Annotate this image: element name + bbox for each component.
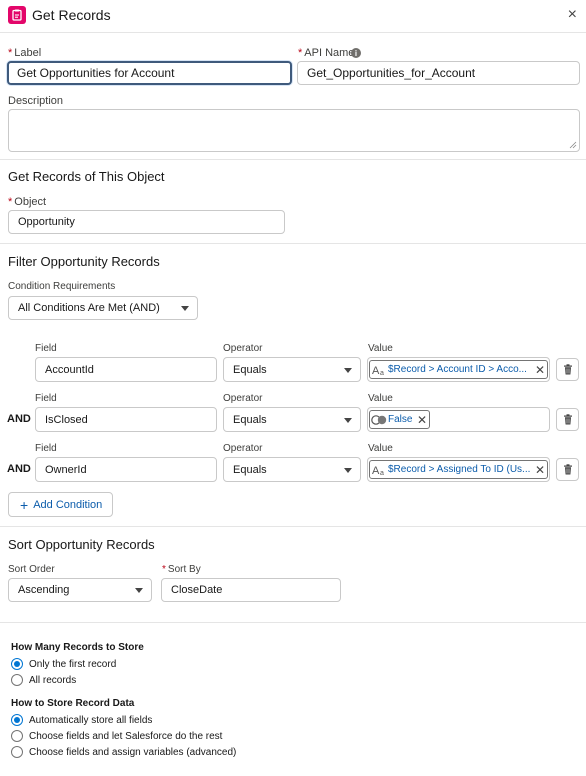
operator-select[interactable]: Equals	[223, 357, 361, 382]
object-section-title: Get Records of This Object	[8, 169, 165, 184]
modal-header: Get Records ×	[0, 0, 586, 33]
value-label: Value	[368, 343, 393, 354]
operator-label: Operator	[223, 443, 263, 454]
store-count-title: How Many Records to Store	[11, 642, 144, 653]
delete-condition-button[interactable]	[556, 358, 579, 381]
add-condition-button[interactable]: + Add Condition	[8, 492, 113, 517]
condition-field-input[interactable]: AccountId	[35, 357, 217, 382]
condition-requirements-select[interactable]: All Conditions Are Met (AND)	[8, 296, 198, 320]
sort-order-label: Sort Order	[8, 564, 55, 575]
svg-text:A: A	[372, 465, 380, 476]
chevron-down-icon	[181, 306, 189, 311]
and-connector: AND	[7, 413, 31, 425]
trash-icon	[563, 364, 572, 375]
value-pill[interactable]: Aa $Record > Account ID > Acco... ✕	[369, 360, 548, 379]
info-icon[interactable]: i	[351, 48, 361, 58]
chevron-down-icon	[135, 588, 143, 593]
label-field-label: * Label	[8, 47, 42, 59]
radio-unchecked[interactable]	[11, 746, 23, 758]
field-label: Field	[35, 343, 57, 354]
operator-select[interactable]: Equals	[223, 407, 361, 432]
value-label: Value	[368, 393, 393, 404]
radio-unchecked[interactable]	[11, 730, 23, 742]
filter-section-title: Filter Opportunity Records	[8, 254, 160, 269]
svg-text:a: a	[380, 470, 384, 476]
text-type-icon: Aa	[370, 464, 388, 476]
text-type-icon: Aa	[370, 364, 388, 376]
radio-choose-fields-salesforce[interactable]: Choose fields and let Salesforce do the …	[11, 730, 222, 742]
description-label: Description	[8, 95, 64, 107]
section-divider	[0, 159, 586, 160]
sort-section-title: Sort Opportunity Records	[8, 537, 155, 552]
radio-only-first-record[interactable]: Only the first record	[11, 658, 116, 670]
resize-grip-icon[interactable]	[569, 141, 577, 149]
value-pill[interactable]: Aa $Record > Assigned To ID (Us... ✕	[369, 460, 548, 479]
delete-condition-button[interactable]	[556, 458, 579, 481]
trash-icon	[563, 414, 572, 425]
object-input[interactable]: Opportunity	[8, 210, 285, 234]
radio-store-all-fields[interactable]: Automatically store all fields	[11, 714, 152, 726]
radio-checked[interactable]	[11, 714, 23, 726]
chevron-down-icon	[344, 467, 352, 473]
field-label: Field	[35, 443, 57, 454]
delete-condition-button[interactable]	[556, 408, 579, 431]
sort-order-select[interactable]: Ascending	[8, 578, 152, 602]
radio-choose-fields-variables[interactable]: Choose fields and assign variables (adva…	[11, 746, 236, 758]
get-records-icon	[8, 6, 26, 24]
section-divider	[0, 243, 586, 244]
api-name-field-label: * API Name	[298, 47, 355, 59]
boolean-toggle-icon	[370, 414, 388, 425]
modal-title: Get Records	[32, 7, 111, 23]
remove-icon[interactable]: ✕	[415, 413, 429, 427]
and-connector: AND	[7, 463, 31, 475]
radio-unchecked[interactable]	[11, 674, 23, 686]
svg-text:a: a	[380, 370, 384, 376]
label-input[interactable]: Get Opportunities for Account	[7, 61, 292, 85]
operator-select[interactable]: Equals	[223, 457, 361, 482]
section-divider	[0, 526, 586, 527]
sort-by-label: * Sort By	[162, 564, 201, 575]
store-data-title: How to Store Record Data	[11, 698, 135, 709]
svg-text:A: A	[372, 365, 380, 376]
close-icon[interactable]: ×	[568, 7, 577, 23]
operator-label: Operator	[223, 343, 263, 354]
api-name-input[interactable]: Get_Opportunities_for_Account	[297, 61, 580, 85]
trash-icon	[563, 464, 572, 475]
radio-all-records[interactable]: All records	[11, 674, 76, 686]
operator-label: Operator	[223, 393, 263, 404]
condition-field-input[interactable]: IsClosed	[35, 407, 217, 432]
remove-icon[interactable]: ✕	[533, 463, 547, 477]
plus-icon: +	[20, 496, 29, 513]
chevron-down-icon	[344, 417, 352, 423]
condition-field-input[interactable]: OwnerId	[35, 457, 217, 482]
sort-by-input[interactable]: CloseDate	[161, 578, 341, 602]
field-label: Field	[35, 393, 57, 404]
chevron-down-icon	[344, 367, 352, 373]
value-label: Value	[368, 443, 393, 454]
description-textarea[interactable]	[8, 109, 580, 152]
object-field-label: * Object	[8, 196, 47, 208]
section-divider	[0, 622, 586, 623]
condition-requirements-label: Condition Requirements	[8, 281, 116, 292]
radio-checked[interactable]	[11, 658, 23, 670]
value-pill[interactable]: False ✕	[369, 410, 430, 429]
remove-icon[interactable]: ✕	[533, 363, 547, 377]
